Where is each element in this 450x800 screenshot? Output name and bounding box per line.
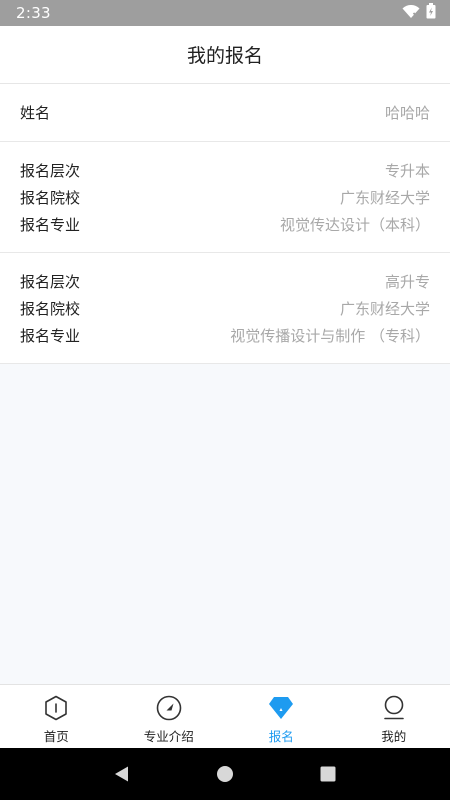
tab-label: 首页: [43, 729, 69, 744]
tab-signup[interactable]: 报名: [225, 685, 338, 748]
tab-label: 我的: [381, 729, 407, 744]
tab-major-intro[interactable]: 专业介绍: [113, 685, 226, 748]
school-label: 报名院校: [20, 189, 81, 207]
school-row: 报名院校 广东财经大学: [20, 295, 430, 322]
status-icons: [402, 3, 436, 23]
level-row: 报名层次 专升本: [20, 157, 430, 184]
battery-icon: [426, 3, 436, 23]
back-icon[interactable]: [107, 759, 137, 789]
major-value: 视觉传达设计（本科）: [279, 216, 430, 234]
tab-mine[interactable]: 我的: [338, 685, 450, 748]
level-label: 报名层次: [20, 162, 81, 180]
major-row: 报名专业 视觉传播设计与制作 （专科）: [20, 322, 430, 349]
tab-label: 专业介绍: [143, 729, 194, 744]
status-bar: 2:33: [0, 0, 450, 26]
major-label: 报名专业: [20, 216, 81, 234]
name-value: 哈哈哈: [384, 104, 430, 122]
registration-card: 报名层次 专升本 报名院校 广东财经大学 报名专业 视觉传达设计（本科）: [0, 142, 450, 253]
registration-content: 姓名 哈哈哈 报名层次 专升本 报名院校 广东财经大学 报名专业 视觉传达设计（…: [0, 84, 450, 364]
page-title: 我的报名: [186, 45, 263, 67]
school-value: 广东财经大学: [339, 189, 430, 207]
level-label: 报名层次: [20, 273, 81, 291]
school-row: 报名院校 广东财经大学: [20, 184, 430, 211]
home-hexagon-icon: [43, 695, 69, 721]
system-nav-bar: [0, 748, 450, 800]
app-header: 我的报名: [0, 26, 450, 84]
major-row: 报名专业 视觉传达设计（本科）: [20, 211, 430, 238]
recents-square-icon[interactable]: [313, 759, 343, 789]
profile-section: 姓名 哈哈哈: [0, 84, 450, 142]
status-time: 2:33: [16, 4, 51, 22]
level-value: 专升本: [384, 162, 430, 180]
name-row: 姓名 哈哈哈: [20, 99, 430, 126]
tab-label: 报名: [268, 729, 294, 744]
name-label: 姓名: [20, 104, 51, 122]
wifi-icon: [402, 4, 420, 23]
level-value: 高升专: [384, 273, 430, 291]
level-row: 报名层次 高升专: [20, 268, 430, 295]
app-screen: 2:33 我的报名 姓名 哈哈哈 报名层次 专升本 报名院校 广东财经大学 报名…: [0, 0, 450, 800]
major-value: 视觉传播设计与制作 （专科）: [230, 327, 430, 345]
user-profile-icon: [381, 695, 407, 721]
bottom-tab-bar: 首页 专业介绍 报名 我的: [0, 684, 450, 748]
school-value: 广东财经大学: [339, 300, 430, 318]
school-label: 报名院校: [20, 300, 81, 318]
major-label: 报名专业: [20, 327, 81, 345]
signup-diamond-icon: [268, 695, 294, 721]
compass-icon: [156, 695, 182, 721]
registration-card: 报名层次 高升专 报名院校 广东财经大学 报名专业 视觉传播设计与制作 （专科）: [0, 253, 450, 364]
tab-home[interactable]: 首页: [0, 685, 113, 748]
home-circle-icon[interactable]: [210, 759, 240, 789]
